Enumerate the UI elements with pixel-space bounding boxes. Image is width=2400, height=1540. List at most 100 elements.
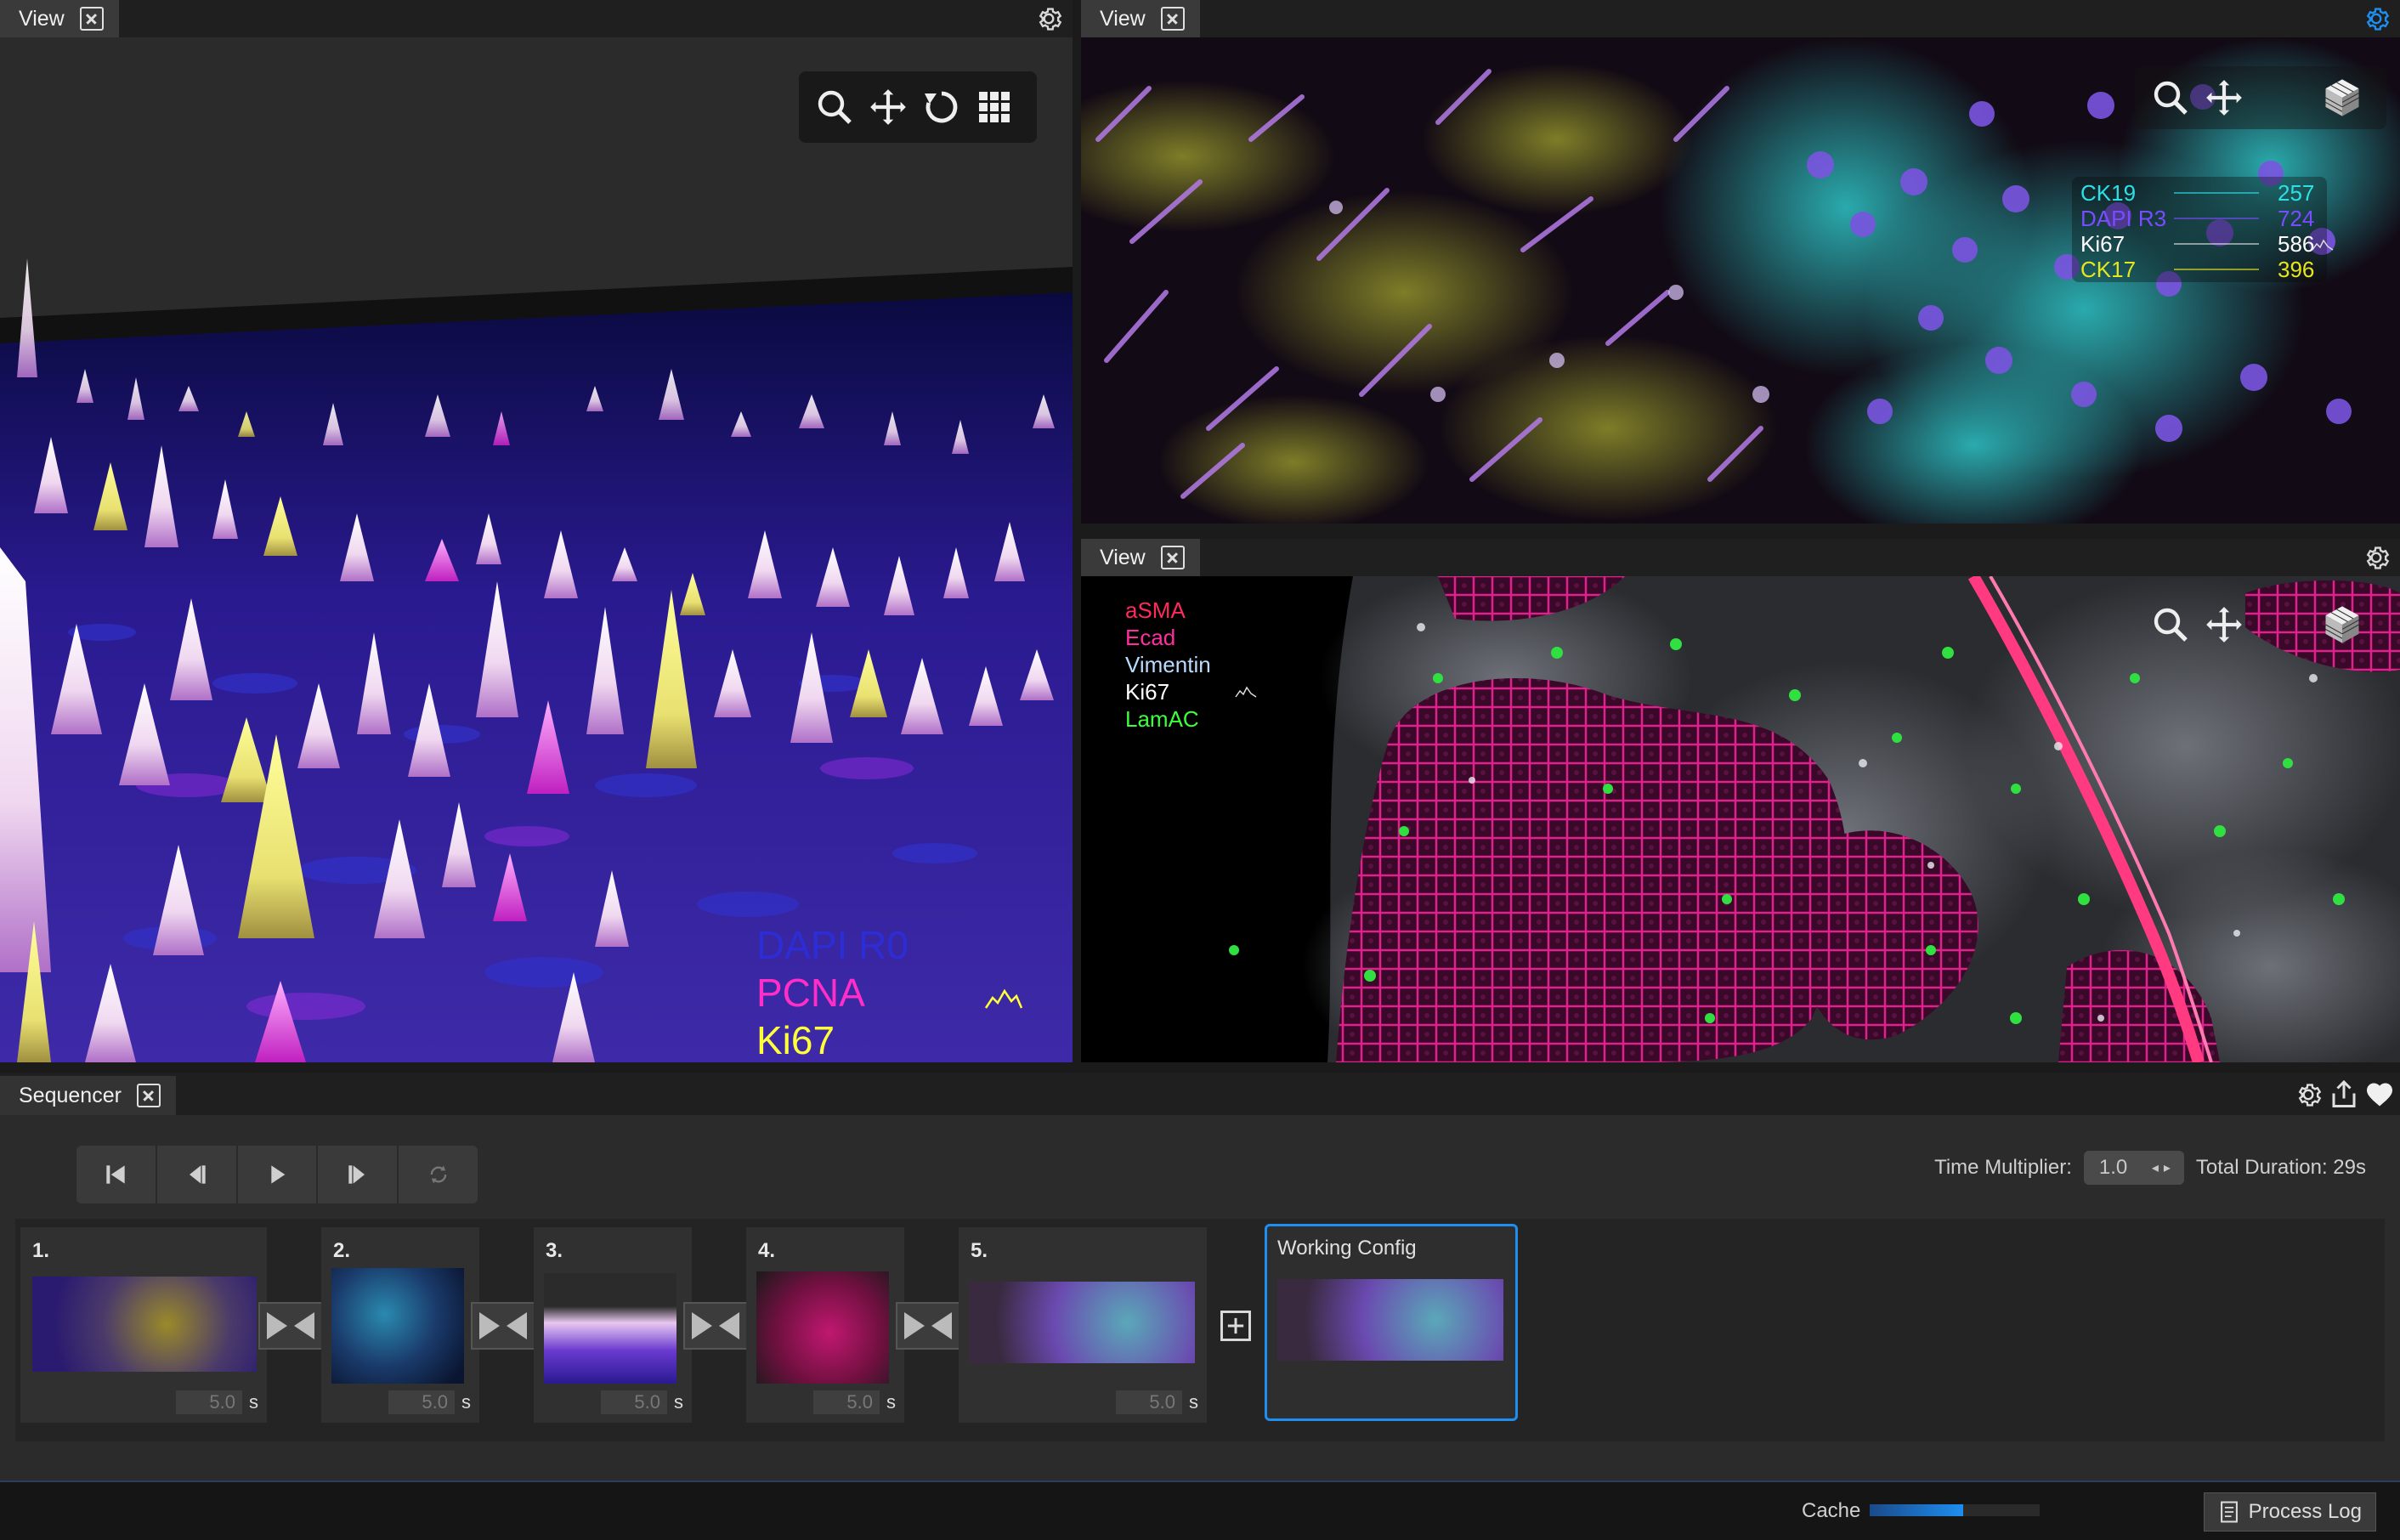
duration-field[interactable]: 5.0 s [601,1390,683,1414]
pan-icon[interactable] [2203,603,2245,646]
duration-unit: s [1189,1391,1198,1413]
view-tabbar: View [1081,0,2400,38]
keyframe-number: 5. [971,1239,988,1262]
view-tab-label: View [19,6,65,31]
duration-field[interactable]: 5.0 s [813,1390,896,1414]
transition-icon [904,1312,952,1339]
legend-item-dapi-r3: DAPI R3 [2080,206,2167,231]
cube-icon[interactable] [2320,603,2364,647]
keyframe[interactable]: 5. 5.0 s [959,1227,1207,1423]
duration-value[interactable]: 5.0 [813,1390,880,1414]
legend-item-pcna: PCNA [756,971,865,1015]
duration-field[interactable]: 5.0 s [176,1390,258,1414]
gear-icon[interactable] [2361,3,2392,34]
duration-value[interactable]: 5.0 [388,1390,455,1414]
playback-controls [76,1146,478,1203]
transition-block[interactable] [896,1302,960,1350]
process-log-button[interactable]: Process Log [2203,1492,2376,1532]
document-icon [2220,1501,2238,1523]
keyframe[interactable]: 1. 5.0 s [20,1227,267,1423]
close-icon[interactable] [1160,7,1185,31]
step-forward-icon [348,1165,365,1184]
keyframe-thumbnail [969,1282,1195,1363]
loop-button[interactable] [399,1146,478,1203]
view-tab[interactable]: View [1081,539,1200,576]
transition-block[interactable] [258,1302,323,1350]
view-toolbar [2135,66,2386,129]
sequencer-panel: Sequencer Time Multiplier: 1.0 ◂▸ Total … [0,1071,2400,1482]
total-duration: Total Duration: 29s [2195,1156,2366,1179]
legend-item-vimentin: Vimentin [1125,652,1211,677]
zoom-icon[interactable] [814,87,855,127]
cache-progress-bar [1870,1504,2040,1516]
transition-block[interactable] [683,1302,748,1350]
legend-slider[interactable] [2174,269,2259,270]
legend-slider[interactable] [2174,192,2259,194]
rotate-icon[interactable] [921,87,962,127]
view-tab-label: View [1100,545,1146,569]
duration-value[interactable]: 5.0 [601,1390,667,1414]
keyframe-thumbnail [32,1277,257,1372]
legend-value-ki67: 586 [2278,231,2315,257]
step-back-button[interactable] [157,1146,238,1203]
duration-value[interactable]: 5.0 [176,1390,242,1414]
close-icon[interactable] [79,7,104,31]
legend-slider[interactable] [2174,218,2259,219]
viewport-3d[interactable]: DAPI R0 PCNA Ki67 [0,37,1073,1062]
heart-icon[interactable] [2364,1079,2395,1110]
cube-icon[interactable] [2320,76,2364,120]
play-button[interactable] [238,1146,319,1203]
close-icon[interactable] [136,1084,161,1107]
legend-item-ck19: CK19 [2080,180,2137,206]
time-multiplier-stepper[interactable]: 1.0 ◂▸ [2083,1151,2184,1185]
keyframe[interactable]: 2. 5.0 s [321,1227,479,1423]
step-forward-button[interactable] [318,1146,399,1203]
zoom-icon[interactable] [2150,77,2191,118]
viewport-2d-tissue-a[interactable]: CK19 257 DAPI R3 724 Ki67 586 CK17 396 [1081,37,2400,524]
keyframe-thumbnail [331,1268,464,1384]
duration-unit: s [886,1391,896,1413]
stepper-arrows-icon[interactable]: ◂▸ [2152,1159,2176,1176]
channel-legend: CK19 257 DAPI R3 724 Ki67 586 CK17 396 [2080,180,2334,282]
gear-icon[interactable] [2361,542,2392,573]
export-icon[interactable] [2329,1079,2359,1110]
pan-icon[interactable] [2203,76,2245,119]
view-tab[interactable]: View [0,0,119,37]
working-config-label: Working Config [1277,1237,1417,1260]
view-tab[interactable]: View [1081,0,1200,37]
histogram-icon[interactable] [984,986,1023,1011]
skip-to-start-button[interactable] [76,1146,157,1203]
view-tabbar: View [0,0,1073,38]
keyframe[interactable]: 4. 5.0 s [746,1227,904,1423]
histogram-icon[interactable] [2312,238,2334,252]
sequencer-tab[interactable]: Sequencer [0,1076,176,1115]
duration-field[interactable]: 5.0 s [388,1390,471,1414]
viewport-2d-tissue-b[interactable]: aSMA Ecad Vimentin Ki67 LamAC [1081,576,2400,1062]
duration-value[interactable]: 5.0 [1116,1390,1182,1414]
transition-icon [692,1312,739,1339]
histogram-icon[interactable] [1234,685,1258,699]
legend-slider[interactable] [2174,243,2259,245]
gear-icon[interactable] [1033,3,1064,34]
sequencer-tabbar: Sequencer [0,1073,2400,1115]
keyframe-track: 1. 5.0 s 2. 5.0 s 3. 5.0 s 4. 5.0 s 5. 5… [15,1219,2385,1441]
legend-item-ck17: CK17 [2080,257,2137,282]
process-log-label: Process Log [2248,1500,2362,1523]
gear-icon[interactable] [2293,1079,2324,1110]
working-config-frame[interactable]: Working Config [1265,1224,1518,1421]
zoom-icon[interactable] [2150,604,2191,645]
add-keyframe-icon[interactable] [1217,1307,1254,1345]
pan-icon[interactable] [867,86,909,128]
transition-block[interactable] [471,1302,535,1350]
keyframe[interactable]: 3. 5.0 s [534,1227,692,1423]
transition-icon [479,1312,527,1339]
grid-icon[interactable] [974,87,1015,127]
view-tabbar: View [1081,539,2400,577]
view-toolbar [2135,593,2386,656]
close-icon[interactable] [1160,546,1185,569]
legend-value-ck19: 257 [2278,180,2315,206]
legend-item-ecad: Ecad [1125,625,1176,650]
legend-item-ki67: Ki67 [1125,679,1170,705]
view-panel-bottom-right: View aSMA Ecad Vimentin Ki67 LamAC [1081,539,2400,1062]
duration-field[interactable]: 5.0 s [1116,1390,1198,1414]
